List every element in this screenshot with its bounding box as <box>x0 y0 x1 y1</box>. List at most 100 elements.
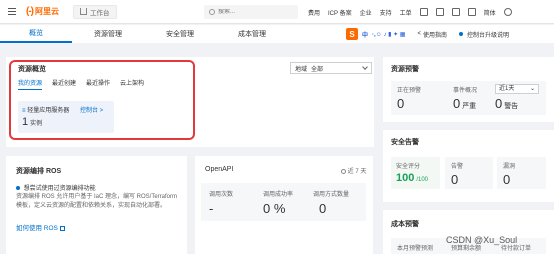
ros-link-label: 如何使用 ROS <box>16 225 58 232</box>
alert-period-value: 近1天 <box>499 86 515 92</box>
tab-overview[interactable]: 概览 <box>0 25 72 43</box>
overview-title: 资源概览 <box>18 66 46 73</box>
alert-severe-value: 0 <box>453 96 461 111</box>
openapi-title: OpenAPI <box>205 166 234 173</box>
external-link-icon <box>59 225 65 231</box>
security-vuln-label: 漏洞 <box>503 164 516 170</box>
server-icon: ≡ <box>22 108 26 114</box>
alert-period-select[interactable]: 近1天 ⌄ <box>495 84 539 94</box>
search-icon <box>209 9 215 15</box>
cost-card: 成本预警 本月预警预测 预算剩余额 待付款订单 <box>383 210 554 254</box>
tab-security[interactable]: 安全管理 <box>144 25 216 43</box>
logo-text: 阿里云 <box>35 7 59 16</box>
openapi-methods-value: 0 <box>319 201 327 216</box>
openapi-col-calls: 调用次数 <box>209 192 234 198</box>
security-score-box: 安全评分 100 /100 <box>391 157 440 189</box>
nav-ticket[interactable]: 工单 <box>400 8 412 17</box>
openapi-period-label: 近 7 天 <box>347 169 367 175</box>
avatar-icon[interactable] <box>503 8 512 16</box>
language-icon[interactable] <box>467 8 476 16</box>
region-value: 全部 <box>311 66 324 73</box>
tab-cost[interactable]: 成本管理 <box>216 25 288 43</box>
workbench-label: 工作台 <box>90 9 110 17</box>
ros-subtitle: 想尝试使用过资源编排功能 <box>23 186 96 192</box>
chevron-down-icon <box>362 64 368 70</box>
resource-overview-card: 资源概览 地域 全部 我的资源 最近创建 最近操作 云上架构 ≡ 轻量应用服务器… <box>6 57 374 147</box>
message-icon[interactable] <box>419 8 428 16</box>
chevron-down-icon: ⌄ <box>529 86 535 92</box>
top-bar: (-) 阿里云 工作台 费用 ICP 备案 企业 支持 工单 简体 <box>0 0 554 24</box>
tab-resource[interactable]: 资源管理 <box>72 25 144 43</box>
cost-col-forecast: 本月预警预测 <box>397 246 434 252</box>
resource-unit: 实例 <box>30 121 43 127</box>
resource-card[interactable]: ≡ 轻量应用服务器 控制台 > 1 实例 <box>18 101 114 133</box>
ros-description: 资源编排 ROS 允许用户基于 IaC 理念，编写 ROS/Terraform … <box>16 194 178 209</box>
alert-title: 资源预警 <box>391 66 419 73</box>
openapi-period: 近 7 天 <box>341 166 366 175</box>
upgrade-button[interactable]: 控制台升级说明 <box>459 30 509 39</box>
security-card: 安全告警 安全评分 100 /100 告警 0 漏洞 0 <box>383 130 554 202</box>
alert-warning-unit: 警告 <box>504 103 519 110</box>
workbench-button[interactable]: 工作台 <box>73 4 117 19</box>
cost-title: 成本预警 <box>391 221 419 228</box>
tab-recent-created[interactable]: 最近创建 <box>52 78 76 90</box>
security-score-unit: /100 <box>416 177 428 183</box>
help-icon[interactable] <box>451 8 460 16</box>
openapi-card: OpenAPI 近 7 天 调用次数 调用成功率 调用方式数量 - 0 % 0 <box>195 156 373 254</box>
top-nav: 费用 ICP 备案 企业 支持 工单 简体 <box>308 0 512 24</box>
watermark-text: CSDN @Xu_Soul <box>446 235 518 245</box>
nav-support[interactable]: 支持 <box>380 8 392 17</box>
alert-event-label: 事件概况 <box>453 88 478 94</box>
ime-toolbar-icons[interactable]: ·,☺ ♪ ▮ ✦ ▦ <box>372 31 405 38</box>
openapi-col-success: 调用成功率 <box>263 192 294 198</box>
security-title: 安全告警 <box>391 139 419 146</box>
sub-tools: S 中 ·,☺ ♪ ▮ ✦ ▦ < 使用指南 控制台升级说明 <box>346 28 509 40</box>
openapi-col-methods: 调用方式数量 <box>313 192 350 198</box>
alert-severe-unit: 严重 <box>462 103 477 110</box>
upgrade-label: 控制台升级说明 <box>467 32 510 39</box>
aliyun-logo[interactable]: (-) 阿里云 <box>26 6 59 17</box>
security-score-value: 100 <box>396 172 415 184</box>
security-vuln-box: 漏洞 0 <box>497 157 546 189</box>
security-alarm-label: 告警 <box>451 164 464 170</box>
home-icon <box>80 8 87 15</box>
security-alarm-value: 0 <box>451 172 459 187</box>
openapi-calls-value: - <box>209 201 214 216</box>
resource-count: 1 <box>22 116 29 128</box>
console-link[interactable]: 控制台 > <box>80 105 103 114</box>
nav-fee[interactable]: 费用 <box>308 8 320 17</box>
lang-label[interactable]: 简体 <box>484 8 496 17</box>
tab-cloud-architecture[interactable]: 云上架构 <box>120 78 144 90</box>
overview-tabs: 我的资源 最近创建 最近操作 云上架构 <box>18 78 144 90</box>
logo-mark: (-) <box>26 6 34 17</box>
menu-icon[interactable] <box>0 0 24 24</box>
nav-enterprise[interactable]: 企业 <box>360 8 372 17</box>
guide-button[interactable]: < 使用指南 <box>417 30 447 39</box>
clock-icon <box>341 168 346 174</box>
tab-recent-operations[interactable]: 最近操作 <box>86 78 110 90</box>
alert-warning-value: 0 <box>495 96 503 111</box>
openapi-stats: 调用次数 调用成功率 调用方式数量 - 0 % 0 <box>201 183 366 221</box>
search-input[interactable] <box>218 9 288 15</box>
info-icon <box>459 32 464 36</box>
openapi-success-value: 0 % <box>263 201 286 216</box>
guide-label: 使用指南 <box>423 32 448 39</box>
ros-title: 资源编排 ROS <box>16 168 62 175</box>
region-select[interactable]: 地域 全部 <box>290 62 372 74</box>
alert-active-label: 正在预警 <box>397 88 422 94</box>
resource-name: 轻量应用服务器 <box>27 108 70 114</box>
tab-my-resources[interactable]: 我的资源 <box>18 78 43 90</box>
alert-active-value: 0 <box>397 96 405 111</box>
sub-header: 概览 资源管理 安全管理 成本管理 S 中 ·,☺ ♪ ▮ ✦ ▦ < 使用指南 … <box>0 25 554 43</box>
nav-icp[interactable]: ICP 备案 <box>328 8 352 17</box>
resource-alert-card: 资源预警 正在预警 0 事件概况 0 严重 近1天 ⌄ 0 警告 <box>383 57 554 122</box>
region-label: 地域 <box>295 66 308 73</box>
ime-label[interactable]: 中 <box>362 30 368 39</box>
ros-card: 资源编排 ROS 想尝试使用过资源编排功能 资源编排 ROS 允许用户基于 Ia… <box>6 156 187 254</box>
sogou-ime-icon[interactable]: S <box>346 28 358 40</box>
cart-icon[interactable] <box>435 8 444 16</box>
back-icon: < <box>417 31 421 37</box>
info-icon <box>16 186 20 191</box>
search-box[interactable] <box>204 5 298 19</box>
ros-help-link[interactable]: 如何使用 ROS <box>16 222 65 232</box>
